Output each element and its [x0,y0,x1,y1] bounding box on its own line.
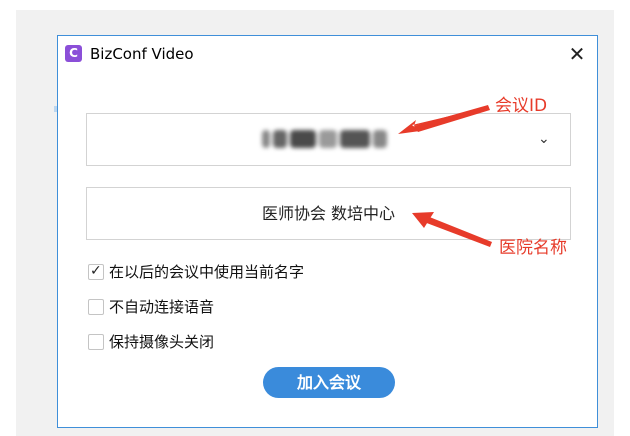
no-auto-audio-option[interactable]: 不自动连接语音 [88,297,214,317]
camera-off-option[interactable]: 保持摄像头关闭 [88,332,214,352]
meeting-id-annotation: 会议ID [495,96,548,116]
camera-off-label: 保持摄像头关闭 [109,333,215,351]
background-left [0,0,16,436]
background-right [614,0,630,436]
display-name-value: 医师协会 数培中心 [261,204,396,223]
background-top [0,0,630,10]
meeting-id-obscured-value [262,128,394,150]
no-auto-audio-checkbox[interactable] [88,299,104,315]
window-title: BizConf Video [90,45,194,63]
title-bar: C BizConf Video ✕ [58,36,597,72]
display-name-field[interactable]: 医师协会 数培中心 [86,187,571,240]
remember-name-option[interactable]: ✓ 在以后的会议中使用当前名字 [88,262,304,282]
hospital-name-annotation: 医院名称 [499,238,567,258]
no-auto-audio-label: 不自动连接语音 [109,298,215,316]
close-button[interactable]: ✕ [568,44,586,64]
remember-name-checkbox[interactable]: ✓ [88,263,104,280]
remember-name-label: 在以后的会议中使用当前名字 [109,263,305,281]
join-meeting-dialog: C BizConf Video ✕ ⌄ 医师协会 数培中心 ✓ 在以后的会议中使… [57,35,598,428]
join-meeting-button[interactable]: 加入会议 [263,367,395,398]
camera-off-checkbox[interactable] [88,334,104,350]
checkmark-icon: ✓ [90,263,102,279]
meeting-id-combobox[interactable]: ⌄ [86,113,571,166]
app-logo-icon: C [65,45,82,62]
chevron-down-icon[interactable]: ⌄ [538,130,550,148]
